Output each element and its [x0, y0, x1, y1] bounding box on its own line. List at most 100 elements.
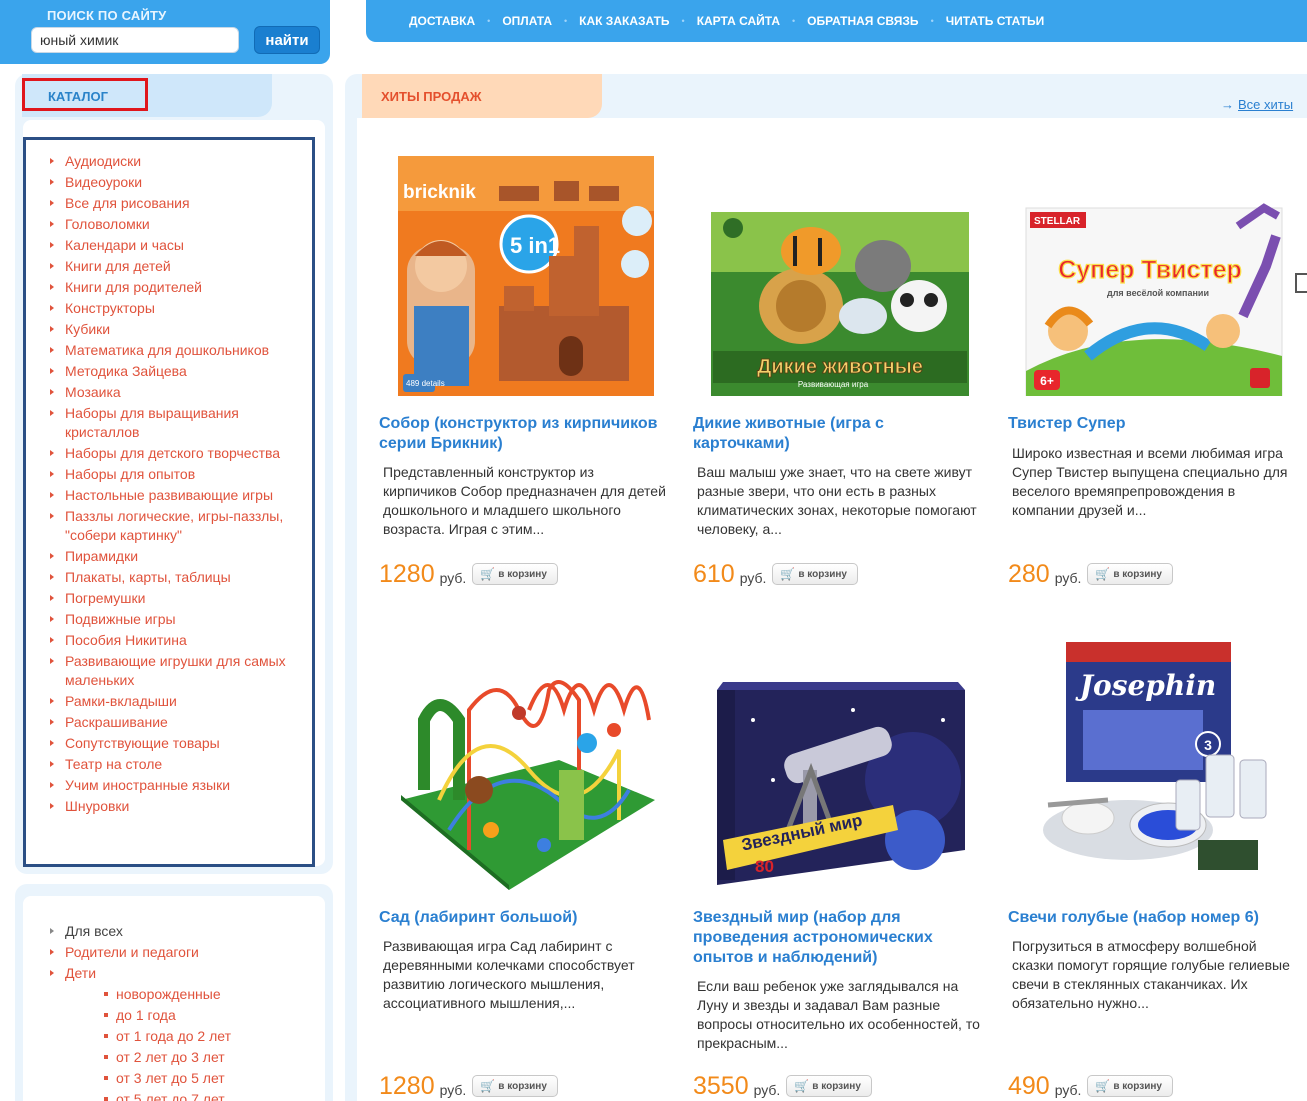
product-image-link[interactable]: Дикие животные Развивающая игра [693, 156, 983, 396]
category-link[interactable]: Книги для детей [65, 258, 171, 274]
category-link[interactable]: Кубики [65, 321, 110, 337]
audience-item[interactable]: Для всех [48, 922, 318, 941]
category-item[interactable]: Пирамидки [48, 547, 308, 566]
category-item[interactable]: Календари и часы [48, 236, 308, 255]
category-item[interactable]: Театр на столе [48, 755, 308, 774]
category-link[interactable]: Погремушки [65, 590, 146, 606]
category-item[interactable]: Все для рисования [48, 194, 308, 213]
product-title[interactable]: Твистер Супер [1008, 414, 1293, 434]
category-link[interactable]: Развивающие игрушки для самых маленьких [65, 653, 286, 688]
category-link[interactable]: Учим иностранные языки [65, 777, 230, 793]
add-to-cart-button[interactable]: 🛒 в корзину [472, 1075, 558, 1097]
product-image-link[interactable] [379, 650, 669, 890]
category-link[interactable]: Подвижные игры [65, 611, 176, 627]
age-item[interactable]: от 2 лет до 3 лет [48, 1048, 318, 1067]
age-item[interactable]: от 5 лет до 7 лет [48, 1090, 318, 1101]
age-link[interactable]: от 1 года до 2 лет [116, 1028, 231, 1044]
category-link[interactable]: Методика Зайцева [65, 363, 187, 379]
category-link[interactable]: Наборы для опытов [65, 466, 195, 482]
product-image-link[interactable]: STELLAR Супер Твистер для весёлой компан… [1008, 156, 1298, 397]
category-link[interactable]: Рамки-вкладыши [65, 693, 177, 709]
category-link[interactable]: Головоломки [65, 216, 150, 232]
age-link[interactable]: от 5 лет до 7 лет [116, 1091, 225, 1101]
product-title[interactable]: Сад (лабиринт большой) [379, 908, 664, 928]
product-title[interactable]: Дикие животные (игра с карточками) [693, 414, 978, 454]
audience-item[interactable]: Дети [48, 964, 318, 983]
category-item[interactable]: Наборы для опытов [48, 465, 308, 484]
category-item[interactable]: Учим иностранные языки [48, 776, 308, 795]
category-link[interactable]: Конструкторы [65, 300, 155, 316]
nav-link-delivery[interactable]: Доставка [409, 14, 475, 28]
audience-item[interactable]: Родители и педагоги [48, 943, 318, 962]
audience-link-parents[interactable]: Родители и педагоги [65, 944, 199, 960]
category-link[interactable]: Наборы для выращивания кристаллов [65, 405, 239, 440]
category-item[interactable]: Конструкторы [48, 299, 308, 318]
category-item[interactable]: Плакаты, карты, таблицы [48, 568, 308, 587]
category-item[interactable]: Аудиодиски [48, 152, 308, 171]
category-item[interactable]: Наборы для выращивания кристаллов [48, 404, 308, 442]
category-link[interactable]: Паззлы логические, игры-паззлы, "собери … [65, 508, 283, 543]
search-input[interactable] [31, 27, 239, 53]
product-title[interactable]: Собор (конструктор из кирпичиков серии Б… [379, 414, 664, 454]
audience-link-all[interactable]: Для всех [65, 923, 123, 939]
add-to-cart-button[interactable]: 🛒 в корзину [1087, 563, 1173, 585]
product-image-link[interactable]: Josephin 3 [1008, 640, 1298, 880]
category-link[interactable]: Мозаика [65, 384, 121, 400]
category-link[interactable]: Пирамидки [65, 548, 138, 564]
age-item[interactable]: новорожденные [48, 985, 318, 1004]
category-link[interactable]: Наборы для детского творчества [65, 445, 280, 461]
category-link[interactable]: Плакаты, карты, таблицы [65, 569, 231, 585]
category-item[interactable]: Видеоуроки [48, 173, 308, 192]
category-link[interactable]: Раскрашивание [65, 714, 168, 730]
category-item[interactable]: Паззлы логические, игры-паззлы, "собери … [48, 507, 308, 545]
category-link[interactable]: Аудиодиски [65, 153, 141, 169]
category-item[interactable]: Головоломки [48, 215, 308, 234]
category-item[interactable]: Наборы для детского творчества [48, 444, 308, 463]
category-link[interactable]: Шнуровки [65, 798, 129, 814]
add-to-cart-button[interactable]: 🛒 в корзину [1087, 1075, 1173, 1097]
age-link[interactable]: от 2 лет до 3 лет [116, 1049, 225, 1065]
nav-link-sitemap[interactable]: Карта сайта [697, 14, 780, 28]
category-item[interactable]: Погремушки [48, 589, 308, 608]
category-link[interactable]: Сопутствующие товары [65, 735, 220, 751]
category-link[interactable]: Календари и часы [65, 237, 184, 253]
category-link[interactable]: Видеоуроки [65, 174, 142, 190]
category-item[interactable]: Математика для дошкольников [48, 341, 308, 360]
category-item[interactable]: Пособия Никитина [48, 631, 308, 650]
category-item[interactable]: Книги для родителей [48, 278, 308, 297]
add-to-cart-button[interactable]: 🛒 в корзину [786, 1075, 872, 1097]
age-link[interactable]: до 1 года [116, 1007, 176, 1023]
product-title[interactable]: Звездный мир (набор для проведения астро… [693, 908, 978, 968]
category-item[interactable]: Настольные развивающие игры [48, 486, 308, 505]
nav-link-feedback[interactable]: Обратная связь [807, 14, 918, 28]
add-to-cart-button[interactable]: 🛒 в корзину [472, 563, 558, 585]
category-link[interactable]: Книги для родителей [65, 279, 202, 295]
category-item[interactable]: Рамки-вкладыши [48, 692, 308, 711]
age-item[interactable]: от 1 года до 2 лет [48, 1027, 318, 1046]
category-item[interactable]: Подвижные игры [48, 610, 308, 629]
category-link[interactable]: Математика для дошкольников [65, 342, 269, 358]
product-image-link[interactable]: bricknik 5 in1 489 details [379, 156, 669, 396]
product-image-link[interactable]: Звездный мир 80 [693, 650, 983, 890]
add-to-cart-button[interactable]: 🛒 в корзину [772, 563, 858, 585]
category-item[interactable]: Сопутствующие товары [48, 734, 308, 753]
all-hits-link[interactable]: Все хиты [1238, 97, 1293, 112]
age-item[interactable]: от 3 лет до 5 лет [48, 1069, 318, 1088]
age-link[interactable]: новорожденные [116, 986, 221, 1002]
age-item[interactable]: до 1 года [48, 1006, 318, 1025]
category-item[interactable]: Раскрашивание [48, 713, 308, 732]
category-link[interactable]: Все для рисования [65, 195, 190, 211]
category-item[interactable]: Методика Зайцева [48, 362, 308, 381]
nav-link-payment[interactable]: Оплата [502, 14, 552, 28]
category-item[interactable]: Кубики [48, 320, 308, 339]
category-item[interactable]: Мозаика [48, 383, 308, 402]
product-title[interactable]: Свечи голубые (набор номер 6) [1008, 908, 1293, 928]
category-link[interactable]: Настольные развивающие игры [65, 487, 273, 503]
category-link[interactable]: Театр на столе [65, 756, 162, 772]
category-item[interactable]: Шнуровки [48, 797, 308, 816]
category-item[interactable]: Книги для детей [48, 257, 308, 276]
category-item[interactable]: Развивающие игрушки для самых маленьких [48, 652, 308, 690]
audience-link-children[interactable]: Дети [65, 965, 96, 981]
age-link[interactable]: от 3 лет до 5 лет [116, 1070, 225, 1086]
category-link[interactable]: Пособия Никитина [65, 632, 187, 648]
